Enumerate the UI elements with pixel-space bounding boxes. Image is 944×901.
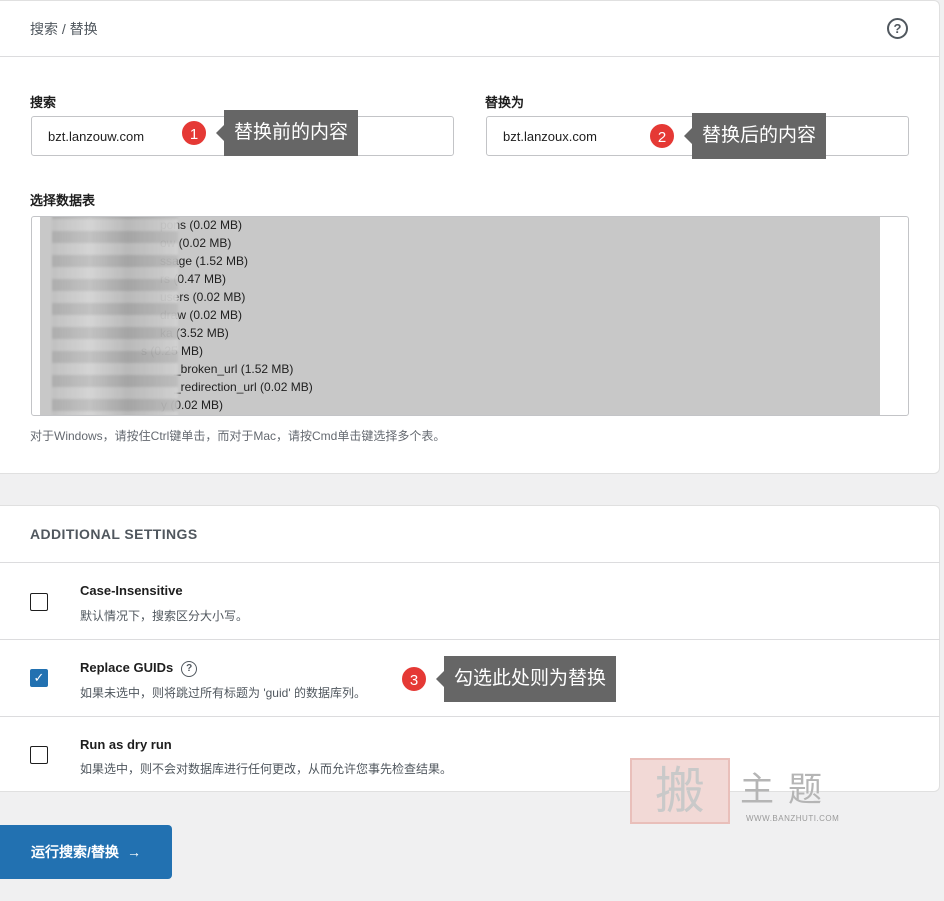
run-search-replace-button[interactable]: 运行搜索/替换 → (0, 825, 172, 879)
option-description: 如果选中，则不会对数据库进行任何更改，从而允许您事先检查结果。 (80, 762, 453, 776)
callout-number: 1 (180, 119, 208, 147)
multi-select-hint: 对于Windows，请按住Ctrl键单击，而对于Mac，请按Cmd单击键选择多个… (30, 429, 446, 443)
option-title: Run as dry run (80, 737, 172, 752)
tables-label: 选择数据表 (30, 193, 96, 208)
breadcrumb: 搜索 / 替换 (30, 21, 98, 37)
card-header: 搜索 / 替换 ? (0, 1, 939, 57)
arrow-right-icon: → (126, 844, 141, 860)
option-title: Case-Insensitive (80, 583, 183, 598)
option-title-text: Replace GUIDs (80, 660, 174, 675)
callout-1: 1 替换前的内容 (180, 110, 359, 156)
callout-3: 3 勾选此处则为替换 (400, 656, 617, 702)
table-select-list[interactable]: pons (0.02 MB) ow (0.02 MB) ssage (1.52 … (31, 216, 909, 416)
dry-run-checkbox[interactable] (30, 746, 48, 764)
table-options[interactable]: pons (0.02 MB) ow (0.02 MB) ssage (1.52 … (40, 217, 880, 415)
help-icon[interactable]: ? (887, 18, 908, 39)
callout-number: 3 (400, 665, 428, 693)
callout-text: 勾选此处则为替换 (435, 656, 617, 702)
replace-guids-checkbox[interactable]: ✓ (30, 669, 48, 687)
additional-settings-card: ADDITIONAL SETTINGS Case-Insensitive 默认情… (0, 505, 940, 792)
watermark-stamp: 搬 (630, 758, 730, 824)
callout-text: 替换前的内容 (215, 110, 359, 156)
callout-2: 2 替换后的内容 (648, 113, 827, 159)
table-option[interactable]: _broken_url (1.52 MB) (174, 362, 293, 380)
search-label: 搜索 (30, 95, 57, 110)
replace-label: 替换为 (485, 95, 525, 110)
option-description: 如果未选中，则将跳过所有标题为 'guid' 的数据库列。 (80, 686, 366, 700)
callout-text: 替换后的内容 (683, 113, 827, 159)
case-insensitive-checkbox[interactable] (30, 593, 48, 611)
redaction-mosaic (52, 217, 178, 415)
table-option[interactable]: _redirection_url (0.02 MB) (174, 380, 313, 398)
callout-number: 2 (648, 122, 676, 150)
watermark-url: WWW.BANZHUTI.COM (746, 814, 840, 823)
option-case-insensitive: Case-Insensitive 默认情况下，搜索区分大小写。 (0, 562, 940, 639)
search-replace-card: 搜索 / 替换 ? 搜索 替换为 选择数据表 pons (0.02 MB) ow… (0, 0, 940, 474)
run-button-label: 运行搜索/替换 (31, 844, 119, 860)
option-title: Replace GUIDs? (80, 660, 198, 677)
option-description: 默认情况下，搜索区分大小写。 (80, 609, 249, 623)
watermark-text: 主题 (740, 770, 836, 810)
section-title: ADDITIONAL SETTINGS (30, 526, 198, 542)
help-icon[interactable]: ? (181, 660, 198, 677)
watermark-logo: 搬 主题 WWW.BANZHUTI.COM (630, 758, 865, 828)
